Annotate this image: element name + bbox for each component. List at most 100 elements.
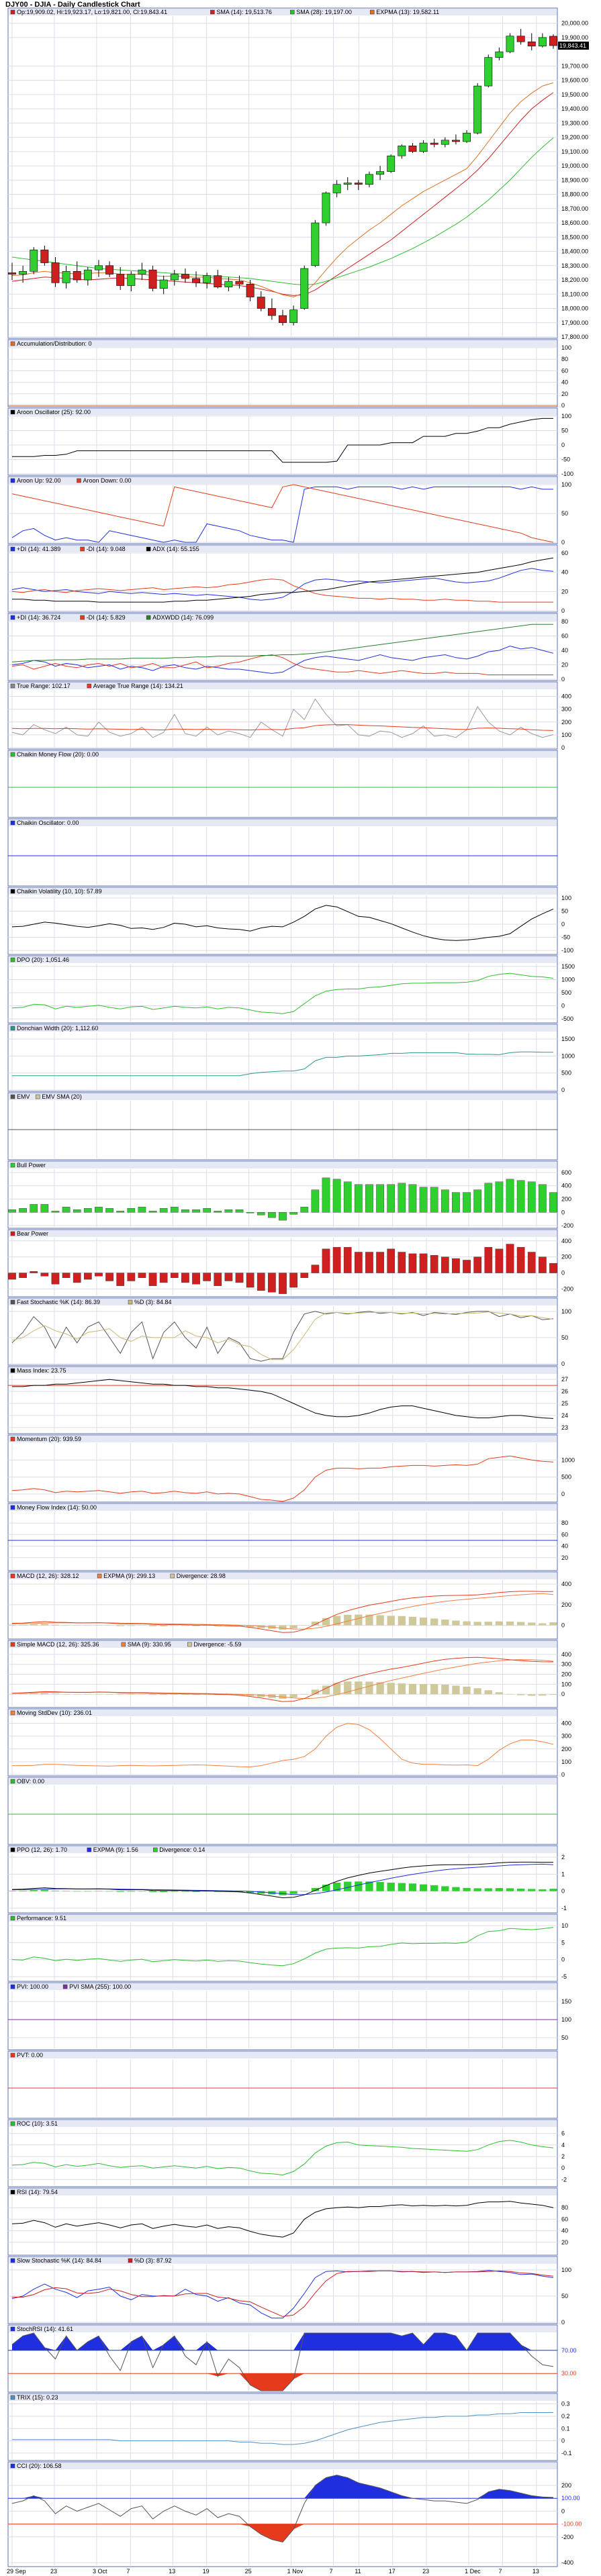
legend-label: EXPMA (13): 19,582.11 — [376, 9, 439, 15]
divergence-bar — [19, 1693, 27, 1695]
y-tick-label: 0 — [561, 1491, 565, 1497]
y-tick-label: 19,900.00 — [561, 34, 588, 41]
legend-swatch — [210, 9, 215, 15]
power-bar — [473, 1189, 482, 1213]
legend-swatch — [77, 478, 81, 483]
candle-body — [289, 309, 298, 324]
divergence-bar — [473, 1688, 481, 1695]
panel-pvi: 150 100 50 PVI: 100.00 PVI SMA (255): 100.00 — [7, 1982, 571, 2050]
legend-label: Chaikin Money Flow (20): 0.00 — [17, 751, 99, 758]
legend-swatch — [10, 341, 15, 346]
candle-body — [83, 269, 92, 281]
y-tick-label: 100 — [561, 481, 571, 488]
panel-smacd: 400 300 200 100 0 Simple MACD (12, 26): 325.3… — [7, 1640, 571, 1708]
power-bar — [516, 1247, 525, 1273]
legend-swatch — [146, 546, 151, 552]
panel-aroon_osc: 100 50 0 -50 -100 Aroon Oscillator (25): 92.0… — [7, 407, 573, 477]
y-tick-label: 23 — [561, 1424, 568, 1431]
power-bar — [441, 1256, 449, 1273]
divergence-bar — [51, 1624, 60, 1626]
power-bar — [527, 1252, 536, 1273]
legend-bar — [9, 1093, 557, 1100]
divergence-bar — [549, 1622, 557, 1626]
power-bar — [516, 1180, 525, 1213]
y-tick-label: 0 — [561, 1956, 565, 1963]
panel-massindex: 27 26 25 24 23 Mass Index: 23.75 — [7, 1366, 568, 1434]
power-bar — [332, 1179, 341, 1213]
y-tick-label: 80 — [561, 356, 568, 362]
power-bar — [365, 1252, 373, 1273]
power-bar — [495, 1181, 504, 1213]
power-bar — [549, 1263, 557, 1273]
power-bar — [138, 1207, 146, 1213]
candle-body — [343, 183, 352, 185]
y-tick-label: 200 — [561, 1671, 571, 1678]
y-tick-label: 400 — [561, 1581, 571, 1587]
legend-label: PVI: 100.00 — [17, 1983, 48, 1990]
divergence-bar — [127, 1694, 135, 1695]
y-tick-label: 0 — [561, 1622, 565, 1629]
candle-body — [451, 140, 460, 142]
y-tick-label: 50 — [561, 428, 568, 434]
candle-body — [73, 270, 81, 281]
divergence-bar — [355, 1881, 363, 1891]
legend-label: ADX (14): 55.155 — [152, 546, 199, 552]
power-bar — [268, 1273, 276, 1293]
divergence-bar — [148, 1694, 157, 1695]
legend-swatch — [128, 1299, 133, 1305]
divergence-bar — [441, 1619, 449, 1626]
power-bar — [300, 1207, 309, 1213]
divergence-bar — [105, 1891, 113, 1892]
y-tick-label: 0 — [561, 2319, 565, 2326]
y-tick-label: 60 — [561, 633, 568, 640]
y-tick-label: 19,700.00 — [561, 62, 588, 69]
divergence-bar — [376, 1615, 384, 1626]
panel-atr: 400 300 200 100 0 True Range: 102.17 Average T… — [7, 681, 571, 751]
legend-label: OBV: 0.00 — [17, 1778, 44, 1785]
legend-swatch — [10, 615, 15, 620]
legend-swatch — [10, 1916, 15, 1921]
legend-label: Average True Range (14): 134.21 — [93, 683, 183, 689]
panel-frame — [7, 955, 558, 1024]
y-tick-label: 50 — [561, 907, 568, 914]
divergence-bar — [181, 1891, 189, 1892]
legend-swatch — [97, 1573, 102, 1579]
power-bar — [387, 1184, 396, 1213]
y-tick-label: 19,200.00 — [561, 134, 588, 141]
y-tick-label: 0 — [561, 1691, 565, 1697]
legend-label: TRIX (15): 0.23 — [17, 2394, 58, 2401]
legend-label: Mass Index: 23.75 — [17, 1367, 66, 1374]
divergence-bar — [528, 1622, 536, 1626]
legend-swatch — [10, 683, 15, 689]
divergence-bar — [40, 1624, 49, 1626]
power-bar — [441, 1189, 449, 1213]
divergence-bar — [289, 1625, 297, 1629]
divergence-bar — [376, 1881, 384, 1891]
power-bar — [279, 1273, 287, 1294]
x-tick-label: 23 — [422, 2568, 429, 2575]
divergence-bar — [495, 1888, 504, 1891]
power-bar — [40, 1204, 49, 1213]
divergence-bar — [506, 1621, 514, 1626]
legend-label: %D (3): 84.84 — [134, 1299, 172, 1305]
y-tick-label: 300 — [561, 706, 571, 713]
legend-label: Divergence: 0.14 — [159, 1846, 205, 1853]
y-tick-label: 40 — [561, 1543, 568, 1550]
y-tick-label: 50 — [561, 2293, 568, 2299]
power-bar — [539, 1184, 547, 1213]
legend-label: Bull Power — [17, 1162, 46, 1169]
y-tick-label: 20 — [561, 2239, 568, 2246]
legend-label: Accumulation/Distribution: 0 — [17, 340, 92, 347]
legend-swatch — [87, 1847, 92, 1852]
y-tick-label: 400 — [561, 1651, 571, 1658]
y-tick-label: 25 — [561, 1400, 568, 1407]
legend-swatch — [10, 820, 15, 826]
divergence-bar — [160, 1694, 168, 1695]
candle-body — [246, 284, 255, 297]
legend-swatch — [10, 1505, 15, 1510]
y-tick-label: 400 — [561, 1238, 571, 1244]
legend-bar — [9, 409, 557, 415]
power-bar — [257, 1212, 265, 1216]
power-bar — [246, 1212, 255, 1213]
y-tick-label: 1000 — [561, 1052, 575, 1059]
